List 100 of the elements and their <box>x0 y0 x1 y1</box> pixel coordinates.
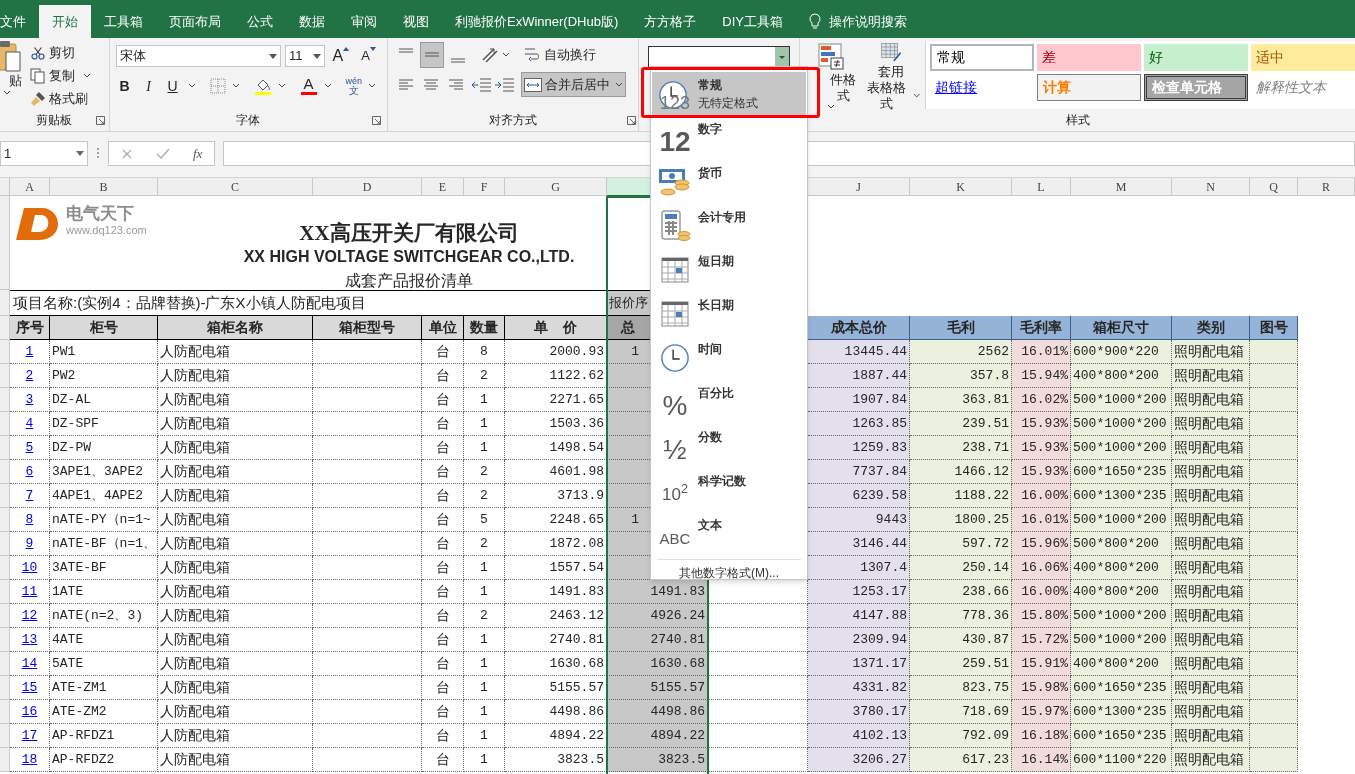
row-header[interactable] <box>0 604 10 628</box>
number-format-field[interactable] <box>647 46 790 68</box>
row-header[interactable] <box>0 364 10 388</box>
underline-button[interactable]: U <box>163 75 182 97</box>
row-number-link[interactable]: 18 <box>21 749 38 770</box>
column-header[interactable]: M <box>1071 178 1172 196</box>
font-name-field[interactable]: 宋体 <box>115 45 281 67</box>
tell-me-search[interactable]: 操作说明搜索 <box>795 5 920 38</box>
format-painter-button[interactable]: 格式刷 <box>30 88 92 109</box>
column-header[interactable]: Q <box>1250 178 1298 196</box>
cell-style-option[interactable]: 超链接 <box>930 74 1034 101</box>
row-number-link[interactable]: 8 <box>25 509 34 530</box>
row-header[interactable] <box>0 484 10 508</box>
row-header[interactable] <box>0 556 10 580</box>
row-header[interactable] <box>0 436 10 460</box>
row-header[interactable] <box>0 580 10 604</box>
row-header[interactable] <box>0 628 10 652</box>
italic-button[interactable]: I <box>139 75 158 97</box>
row-header[interactable] <box>0 652 10 676</box>
paste-button[interactable]: 贴 <box>0 40 22 112</box>
column-header[interactable]: A <box>10 178 50 196</box>
row-number-link[interactable]: 14 <box>21 653 38 674</box>
ribbon-tab[interactable]: 文件 <box>0 5 39 38</box>
drag-handle-icon[interactable] <box>96 147 100 159</box>
column-header[interactable]: G <box>505 178 607 196</box>
row-header[interactable] <box>0 196 10 290</box>
column-header[interactable]: K <box>910 178 1012 196</box>
checkmark-icon[interactable] <box>155 147 170 160</box>
ribbon-tab[interactable]: 工具箱 <box>91 5 156 38</box>
row-number-link[interactable]: 5 <box>25 437 34 458</box>
row-header[interactable] <box>0 700 10 724</box>
grow-font-button[interactable]: A <box>328 45 353 67</box>
dialog-launcher-icon[interactable] <box>371 115 381 125</box>
row-number-link[interactable]: 4 <box>25 413 34 434</box>
row-number-link[interactable]: 16 <box>21 701 38 722</box>
row-header[interactable] <box>0 676 10 700</box>
row-header[interactable] <box>0 412 10 436</box>
select-all-corner[interactable] <box>0 178 10 196</box>
ribbon-tab[interactable]: 开始 <box>39 5 91 38</box>
ribbon-tab[interactable]: 利驰报价ExWinner(DHub版) <box>442 5 632 38</box>
cell-style-option[interactable]: 好 <box>1144 44 1248 71</box>
row-header[interactable] <box>0 290 10 316</box>
ribbon-tab[interactable]: 数据 <box>286 5 338 38</box>
row-number-link[interactable]: 7 <box>25 485 34 506</box>
row-number-link[interactable]: 9 <box>25 533 34 554</box>
menu-item[interactable]: ½ 分数 <box>652 424 806 468</box>
merge-center-button[interactable]: 合并后居中 <box>520 72 626 97</box>
row-number-link[interactable]: 1 <box>25 341 34 362</box>
ribbon-tab[interactable]: 公式 <box>234 5 286 38</box>
bold-button[interactable]: B <box>115 75 134 97</box>
column-header[interactable]: N <box>1172 178 1250 196</box>
column-header[interactable]: E <box>422 178 464 196</box>
row-number-link[interactable]: 17 <box>21 725 38 746</box>
row-number-link[interactable]: 15 <box>21 677 38 698</box>
column-header[interactable]: J <box>808 178 910 196</box>
middle-align-icon[interactable] <box>419 42 444 68</box>
row-header[interactable] <box>0 388 10 412</box>
shrink-font-button[interactable]: A <box>356 45 381 67</box>
ribbon-tab[interactable]: 页面布局 <box>156 5 234 38</box>
cell-style-option[interactable]: 适中 <box>1251 44 1355 71</box>
cell-style-option[interactable]: 解释性文本 <box>1251 74 1355 101</box>
column-header[interactable]: R <box>1298 178 1355 196</box>
copy-button[interactable]: 复制 <box>30 65 92 86</box>
row-number-link[interactable]: 2 <box>25 365 34 386</box>
cut-button[interactable]: 剪切 <box>30 42 92 63</box>
cancel-icon[interactable] <box>120 147 133 160</box>
row-header[interactable] <box>0 532 10 556</box>
borders-icon[interactable] <box>209 78 226 94</box>
row-header[interactable] <box>0 748 10 772</box>
menu-item[interactable]: 短日期 <box>652 248 806 292</box>
wrap-text-button[interactable]: 自动换行 <box>523 45 596 65</box>
font-size-field[interactable]: 11 <box>284 45 325 67</box>
ribbon-tab[interactable]: DIY工具箱 <box>709 5 796 38</box>
row-header[interactable] <box>0 460 10 484</box>
menu-item[interactable]: % 百分比 <box>652 380 806 424</box>
column-header[interactable]: C <box>158 178 313 196</box>
menu-item[interactable]: 会计专用 <box>652 204 806 248</box>
ribbon-tab[interactable]: 审阅 <box>338 5 390 38</box>
column-header[interactable]: L <box>1012 178 1071 196</box>
dialog-launcher-icon[interactable] <box>626 115 636 125</box>
dialog-launcher-icon[interactable] <box>95 115 105 125</box>
row-number-link[interactable]: 6 <box>25 461 34 482</box>
row-number-link[interactable]: 11 <box>21 581 38 602</box>
cell-style-option[interactable]: 差 <box>1037 44 1141 71</box>
name-box[interactable]: 1 <box>0 141 88 166</box>
column-header[interactable]: D <box>313 178 422 196</box>
column-header[interactable]: B <box>50 178 158 196</box>
insert-function-button[interactable]: fx <box>193 143 203 164</box>
row-header[interactable] <box>0 340 10 364</box>
row-header[interactable] <box>0 316 10 340</box>
font-color-button[interactable]: A <box>299 75 318 97</box>
phonetic-guide-button[interactable]: wén 文 <box>345 76 363 96</box>
row-header[interactable] <box>0 724 10 748</box>
ribbon-tab[interactable]: 方方格子 <box>631 5 710 38</box>
row-number-link[interactable]: 3 <box>25 389 34 410</box>
cell-style-option[interactable]: 常规 <box>930 44 1034 71</box>
row-number-link[interactable]: 12 <box>21 605 38 626</box>
menu-item[interactable]: 货币 <box>652 160 806 204</box>
row-header[interactable] <box>0 508 10 532</box>
format-as-table-button[interactable]: 套用 表格格式 <box>862 38 920 112</box>
